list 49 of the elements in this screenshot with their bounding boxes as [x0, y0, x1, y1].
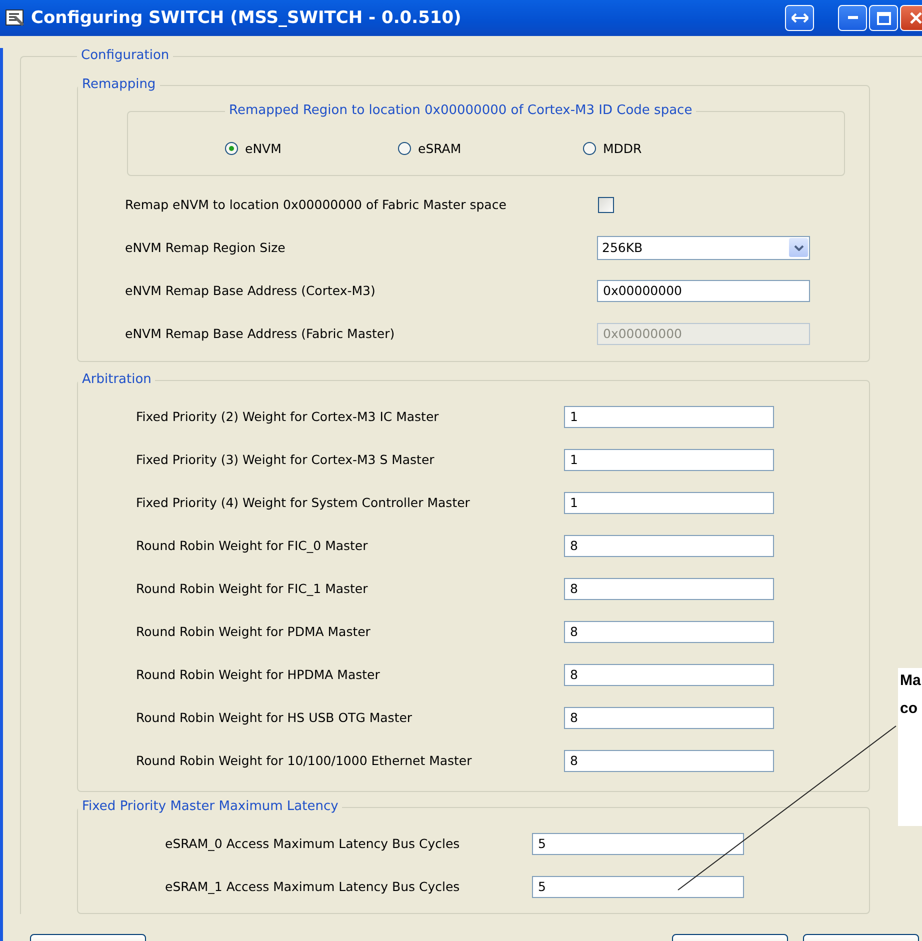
dropdown[interactable]: 256KB	[597, 236, 810, 260]
maximize-icon	[876, 12, 890, 24]
text-field[interactable]: 8	[564, 706, 774, 728]
chevron-down-icon	[794, 244, 804, 250]
radio-button[interactable]: MDDR	[583, 138, 642, 158]
field-label: Round Robin Weight for PDMA Master	[136, 624, 372, 639]
window-title: Configuring SWITCH (MSS_SWITCH - 0.0.510)	[31, 8, 462, 28]
field-label: Round Robin Weight for FIC_0 Master	[136, 538, 369, 553]
maximize-button[interactable]	[869, 5, 898, 31]
field-label: eSRAM_1 Access Maximum Latency Bus Cycles	[165, 879, 461, 894]
callout-text: co	[900, 700, 919, 718]
field-label: eSRAM_0 Access Maximum Latency Bus Cycles	[165, 836, 461, 851]
field-label: Round Robin Weight for HPDMA Master	[136, 667, 381, 682]
field-label: Round Robin Weight for FIC_1 Master	[136, 581, 369, 596]
text-field[interactable]: 8	[564, 578, 774, 600]
callout-text: Ma	[900, 672, 922, 690]
field-label: Round Robin Weight for 10/100/1000 Ethernet Master	[136, 753, 473, 768]
text-field[interactable]: 8	[564, 750, 774, 772]
group-title: Fixed Priority Master Maximum Latency	[81, 799, 340, 815]
minimize-icon	[848, 16, 858, 20]
close-icon	[910, 12, 922, 24]
text-field[interactable]: 1	[564, 492, 774, 514]
field-label: eNVM Remap Region Size	[125, 240, 286, 255]
checkbox[interactable]	[598, 196, 614, 212]
double-arrow-icon	[790, 13, 808, 23]
group-title: Remapped Region to location 0x00000000 of Cortex-M3 ID Code space	[228, 103, 694, 119]
group-title: Remapping	[81, 77, 157, 93]
minimize-button[interactable]	[838, 5, 867, 31]
field-label: eNVM Remap Base Address (Fabric Master)	[125, 326, 396, 341]
text-field[interactable]: 0x00000000	[597, 280, 810, 302]
text-field[interactable]: 5	[532, 876, 744, 898]
text-field[interactable]: 5	[532, 832, 744, 854]
field-label: Remap eNVM to location 0x00000000 of Fabric Master space	[125, 197, 508, 212]
radio-button[interactable]: eSRAM	[398, 138, 462, 158]
field-label: eNVM Remap Base Address (Cortex-M3)	[125, 283, 376, 298]
radio-button[interactable]: eNVM	[225, 138, 282, 158]
group-title: Configuration	[80, 48, 170, 64]
text-field[interactable]: 8	[564, 620, 774, 642]
app-icon	[5, 8, 25, 28]
field-label: Fixed Priority (4) Weight for System Controller Master	[136, 495, 471, 510]
field-label: Fixed Priority (3) Weight for Cortex-M3 S Master	[136, 452, 436, 467]
field-label: Round Robin Weight for HS USB OTG Master	[136, 710, 414, 725]
text-field[interactable]: 8	[564, 664, 774, 686]
text-field[interactable]: 8	[564, 534, 774, 556]
resize-button[interactable]	[785, 5, 814, 31]
text-field[interactable]: 1	[564, 448, 774, 470]
field-label: Fixed Priority (2) Weight for Cortex-M3 IC Master	[136, 409, 440, 424]
group-title: Arbitration	[81, 372, 152, 388]
text-field[interactable]: 1	[564, 406, 774, 428]
